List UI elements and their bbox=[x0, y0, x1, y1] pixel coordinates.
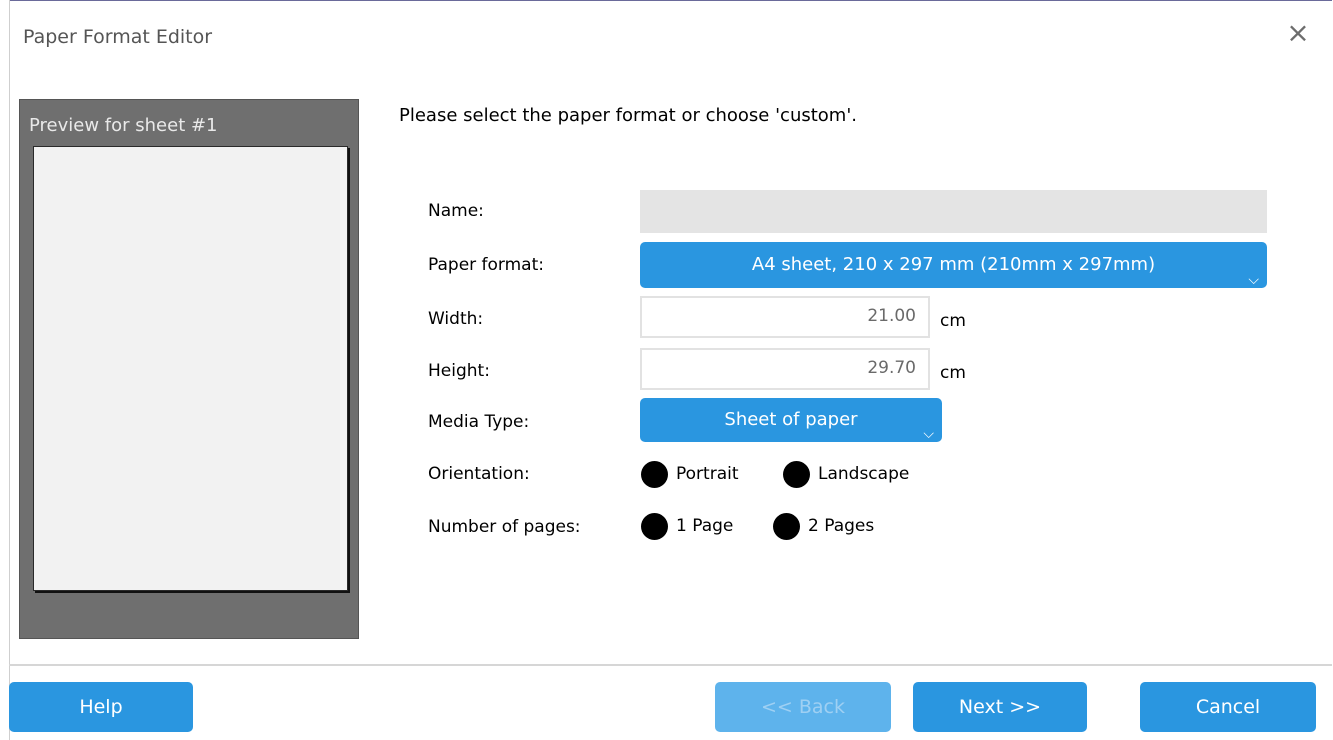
radio-2-pages-label: 2 Pages bbox=[808, 516, 875, 536]
paper-format-value: A4 sheet, 210 x 297 mm (210mm x 297mm) bbox=[751, 254, 1156, 275]
window-top-border bbox=[9, 0, 1332, 1]
close-icon[interactable]: × bbox=[1285, 19, 1311, 47]
preview-label: Preview for sheet #1 bbox=[29, 115, 218, 136]
radio-landscape[interactable]: Landscape bbox=[783, 459, 909, 489]
name-label: Name: bbox=[428, 201, 484, 221]
radio-icon bbox=[641, 512, 668, 540]
chevron-down-icon: ⌵ bbox=[923, 426, 934, 442]
window-left-border bbox=[9, 0, 10, 740]
radio-1-page-label: 1 Page bbox=[676, 516, 734, 536]
paper-format-editor-dialog: Paper Format Editor × Preview for sheet … bbox=[9, 0, 1332, 740]
radio-icon bbox=[641, 460, 668, 488]
button-separator bbox=[9, 664, 1332, 666]
help-button[interactable]: Help bbox=[9, 682, 193, 732]
radio-icon bbox=[773, 512, 800, 540]
radio-portrait-label: Portrait bbox=[676, 464, 739, 484]
preview-panel: Preview for sheet #1 bbox=[19, 99, 359, 639]
media-type-label: Media Type: bbox=[428, 412, 530, 432]
radio-portrait[interactable]: Portrait bbox=[641, 459, 739, 489]
name-field[interactable] bbox=[640, 190, 1267, 233]
radio-2-pages[interactable]: 2 Pages bbox=[773, 511, 874, 541]
preview-sheet bbox=[33, 146, 348, 591]
radio-icon bbox=[783, 460, 810, 488]
media-type-select[interactable]: Sheet of paper ⌵ bbox=[640, 398, 942, 442]
orientation-label: Orientation: bbox=[428, 464, 530, 484]
height-unit: cm bbox=[940, 363, 966, 383]
width-label: Width: bbox=[428, 309, 484, 329]
instruction-text: Please select the paper format or choose… bbox=[399, 105, 857, 126]
width-input[interactable]: 21.00 bbox=[640, 296, 930, 338]
window-title: Paper Format Editor bbox=[23, 26, 213, 48]
radio-landscape-label: Landscape bbox=[818, 464, 910, 484]
pages-label: Number of pages: bbox=[428, 517, 581, 537]
height-label: Height: bbox=[428, 361, 490, 381]
paper-format-select[interactable]: A4 sheet, 210 x 297 mm (210mm x 297mm) ⌵ bbox=[640, 242, 1267, 288]
next-button[interactable]: Next >> bbox=[913, 682, 1087, 732]
chevron-down-icon: ⌵ bbox=[1248, 272, 1259, 288]
cancel-button[interactable]: Cancel bbox=[1140, 682, 1316, 732]
radio-1-page[interactable]: 1 Page bbox=[641, 511, 733, 541]
width-unit: cm bbox=[940, 311, 966, 331]
media-type-value: Sheet of paper bbox=[724, 409, 858, 430]
back-button[interactable]: << Back bbox=[715, 682, 891, 732]
height-input[interactable]: 29.70 bbox=[640, 348, 930, 390]
paper-format-label: Paper format: bbox=[428, 255, 544, 275]
